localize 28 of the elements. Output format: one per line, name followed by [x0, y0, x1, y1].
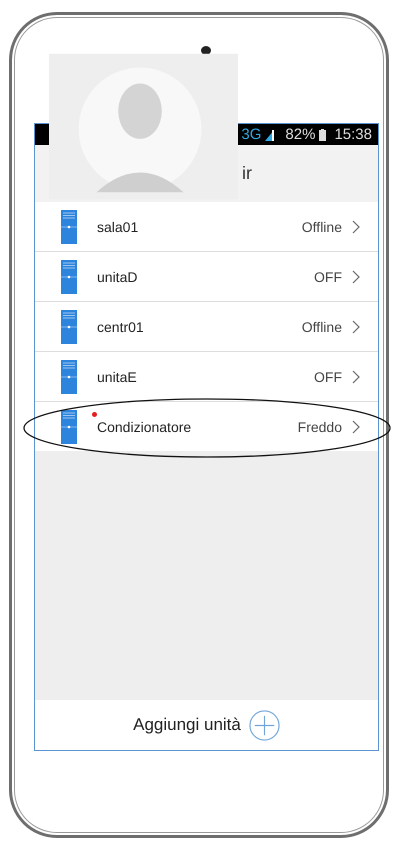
chevron-icon: [352, 370, 360, 384]
clock: 15:38: [334, 126, 372, 143]
chevron-icon: [352, 320, 360, 334]
plus-icon: [248, 710, 280, 740]
unit-status: Offline: [302, 318, 342, 334]
unit-status: Offline: [302, 218, 342, 234]
chevron-icon: [352, 270, 360, 284]
unit-name: centr01: [97, 318, 144, 334]
battery-label: 82%: [285, 126, 316, 143]
unit-status: Freddo: [298, 418, 342, 434]
device-icon: [61, 310, 77, 344]
device-icon: [61, 210, 77, 244]
device-icon: [61, 410, 77, 444]
chevron-icon: [352, 420, 360, 434]
signal-icon: [265, 128, 276, 140]
battery-icon: [319, 128, 326, 140]
unit-name: Condizionatore: [97, 418, 192, 434]
chevron-icon: [352, 220, 360, 234]
device-icon: [61, 260, 77, 294]
unit-name: sala01: [97, 218, 138, 234]
unit-status: OFF: [314, 368, 342, 384]
network-label: 3G: [241, 126, 262, 143]
unit-name: unitaE: [97, 368, 137, 384]
unit-name: unitaD: [97, 268, 138, 284]
screen-title: ir: [242, 163, 252, 184]
add-unit-button[interactable]: Aggiungi unità: [133, 710, 280, 740]
unit-status: OFF: [314, 268, 342, 284]
device-icon: [61, 360, 77, 394]
